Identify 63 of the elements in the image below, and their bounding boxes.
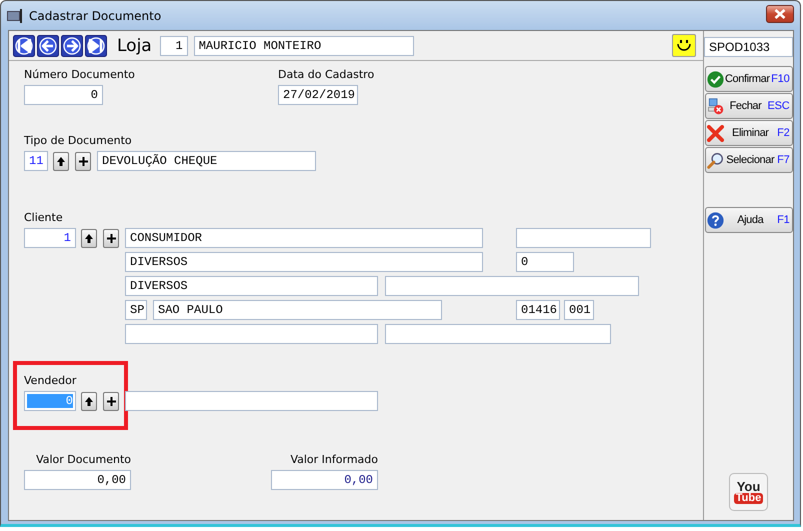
action-button[interactable]: Eliminar F2 [704, 120, 792, 146]
store-code-field[interactable]: 1 [160, 36, 188, 56]
client-name-field[interactable]: CONSUMIDOR [125, 228, 483, 248]
input-field[interactable] [125, 324, 378, 344]
plus-icon [106, 396, 116, 406]
type-code-field[interactable]: 11 [24, 151, 48, 171]
lookup-button[interactable] [53, 152, 69, 170]
input-field[interactable] [385, 324, 611, 344]
arrow-up-icon [57, 156, 65, 166]
delete-icon [706, 124, 724, 142]
number-field[interactable]: 0 [516, 252, 574, 272]
app-icon [7, 8, 23, 22]
type-description-field[interactable]: DEVOLUÇÃO CHEQUE [97, 151, 316, 171]
plus-icon [78, 156, 88, 166]
video-logo[interactable]: You Tube [729, 473, 768, 511]
zip-suffix-field[interactable]: 001 [564, 300, 594, 320]
client-field[interactable]: DIVERSOS [125, 252, 483, 272]
field-label: Tipo de Documento [24, 134, 133, 148]
input-field[interactable] [516, 228, 651, 248]
field-label: Valor Documento [35, 453, 131, 467]
close-button[interactable] [766, 4, 794, 22]
close-icon [774, 8, 786, 18]
field-label: Data do Cadastro [278, 68, 374, 82]
state-field[interactable]: SP [125, 300, 147, 320]
arrow-up-icon [85, 234, 93, 242]
add-button[interactable] [103, 228, 119, 248]
computer-close-icon [706, 98, 724, 114]
action-button[interactable]: Selecionar F7 [704, 147, 792, 173]
amount-field[interactable]: 0,00 [271, 470, 378, 490]
field-label: Cliente [24, 211, 64, 225]
arrow-up-icon [85, 396, 93, 406]
action-button[interactable]: ConfirmarF10 [704, 66, 792, 92]
add-button[interactable] [75, 152, 91, 170]
program-code-field[interactable]: SPOD1033 [704, 37, 793, 57]
input-field[interactable] [385, 276, 639, 296]
date-field[interactable]: 27/02/2019 [278, 85, 358, 105]
window-title: Cadastrar Documento [29, 8, 162, 22]
field-label: Vendedor [24, 374, 78, 388]
store-name-field[interactable]: MAURICIO MONTEIRO [194, 36, 414, 56]
first-button[interactable] [13, 34, 35, 56]
add-button[interactable] [103, 392, 119, 410]
plus-icon [106, 234, 116, 242]
client-code-field[interactable]: 1 [24, 228, 76, 248]
check-icon [706, 70, 724, 88]
help-icon [706, 212, 724, 228]
action-button[interactable]: Fechar ESC [704, 93, 792, 119]
action-button[interactable]: Ajuda F1 [704, 207, 792, 233]
lookup-button[interactable] [81, 392, 97, 410]
seller-name-field[interactable] [125, 391, 378, 411]
field-label: Valor Informado [289, 453, 378, 467]
amount-field[interactable]: 0,00 [24, 470, 131, 490]
smiley-icon[interactable] [672, 34, 696, 57]
city-field[interactable]: SAO PAULO [153, 300, 442, 320]
search-icon [706, 152, 724, 168]
document-number-field[interactable]: 0 [24, 85, 103, 105]
zip-field[interactable]: 01416 [516, 300, 560, 320]
previous-button[interactable] [37, 34, 59, 56]
next-button[interactable] [61, 34, 83, 56]
store-label: Loja [117, 36, 152, 56]
field-label: Número Documento [24, 68, 136, 82]
client-field[interactable]: DIVERSOS [125, 276, 378, 296]
lookup-button[interactable] [81, 228, 97, 248]
last-button[interactable] [85, 34, 107, 56]
